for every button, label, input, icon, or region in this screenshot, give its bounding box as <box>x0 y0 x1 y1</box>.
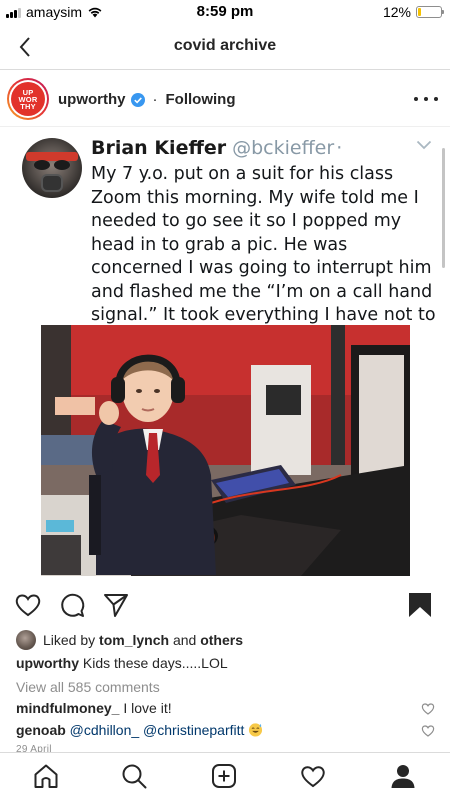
battery-percent: 12% <box>382 4 411 20</box>
comment-item: mindfulmoney_ I love it! <box>16 700 172 716</box>
home-icon[interactable] <box>33 763 59 789</box>
top-nav-bar: covid archive <box>0 24 450 70</box>
comment-text: I love it! <box>123 700 172 716</box>
tweet-author: Brian Kieffer @bckieffer · <box>91 137 342 159</box>
post-image[interactable]: Brian Kieffer @bckieffer · My 7 y.o. put o… <box>0 128 450 586</box>
new-post-icon[interactable] <box>211 763 237 789</box>
account-row: upworthy · Following <box>58 91 235 108</box>
search-icon[interactable] <box>121 763 147 789</box>
battery-level-fill <box>418 8 421 16</box>
liked-by[interactable]: Liked by tom_lynch and others <box>16 630 243 650</box>
following-button[interactable]: Following <box>166 91 236 108</box>
tweet-photo <box>41 325 410 576</box>
liker-avatar <box>16 630 36 650</box>
status-right: 12% <box>382 4 444 20</box>
post-actions <box>0 588 450 626</box>
comment-icon[interactable] <box>58 591 86 619</box>
comment-mention[interactable]: @christineparfitt <box>143 722 244 738</box>
comment-username[interactable]: genoab <box>16 722 66 738</box>
comment-item: genoab @cdhillon_ @christineparfitt <box>16 722 263 738</box>
verified-badge-icon <box>130 92 145 107</box>
avatar-border: UP WOR THY <box>9 80 47 118</box>
post-header: UP WOR THY upworthy · Following <box>0 71 450 127</box>
comment-like-heart-icon[interactable] <box>421 702 435 715</box>
sweat-smile-emoji <box>249 723 263 737</box>
comment-username[interactable]: mindfulmoney_ <box>16 700 119 716</box>
tweet-author-avatar <box>22 138 82 198</box>
share-icon[interactable] <box>102 591 130 619</box>
chevron-down-icon <box>416 140 432 150</box>
battery-icon <box>416 6 444 18</box>
tweet-author-handle: @bckieffer <box>232 137 335 159</box>
caption-text: Kids these days.....LOL <box>82 655 228 671</box>
post-caption: upworthy Kids these days.....LOL <box>16 655 228 671</box>
more-options-icon[interactable] <box>414 91 438 107</box>
bottom-tab-bar <box>0 752 450 800</box>
liked-by-conjunction: and <box>172 632 197 648</box>
page-title: covid archive <box>173 37 277 54</box>
caption-username[interactable]: upworthy <box>16 655 79 671</box>
logo-text-line: THY <box>20 101 36 111</box>
tweet-handle-dot: · <box>336 137 343 159</box>
comment-like-heart-icon[interactable] <box>421 724 435 737</box>
status-bar: amaysim 8:59 pm 12% <box>0 0 450 24</box>
tweet-text: My 7 y.o. put on a suit for his class Zo… <box>91 164 436 349</box>
separator-dot: · <box>152 91 158 108</box>
liked-by-prefix: Liked by <box>43 632 96 648</box>
activity-heart-icon[interactable] <box>300 763 326 789</box>
liked-by-text: Liked by tom_lynch and others <box>43 632 243 648</box>
scroll-indicator <box>442 148 445 268</box>
account-avatar[interactable]: UP WOR THY <box>7 78 49 120</box>
upworthy-logo: UP WOR THY <box>11 82 45 116</box>
comment-mention[interactable]: @cdhillon_ <box>70 722 139 738</box>
bookmark-icon[interactable] <box>406 591 434 619</box>
liked-by-others[interactable]: others <box>200 632 243 648</box>
account-username[interactable]: upworthy <box>58 91 126 108</box>
liker-username[interactable]: tom_lynch <box>99 632 169 648</box>
profile-icon[interactable] <box>390 763 416 789</box>
heart-icon[interactable] <box>14 591 42 619</box>
tweet-author-name: Brian Kieffer <box>91 137 227 159</box>
view-all-comments-link[interactable]: View all 585 comments <box>16 679 160 695</box>
